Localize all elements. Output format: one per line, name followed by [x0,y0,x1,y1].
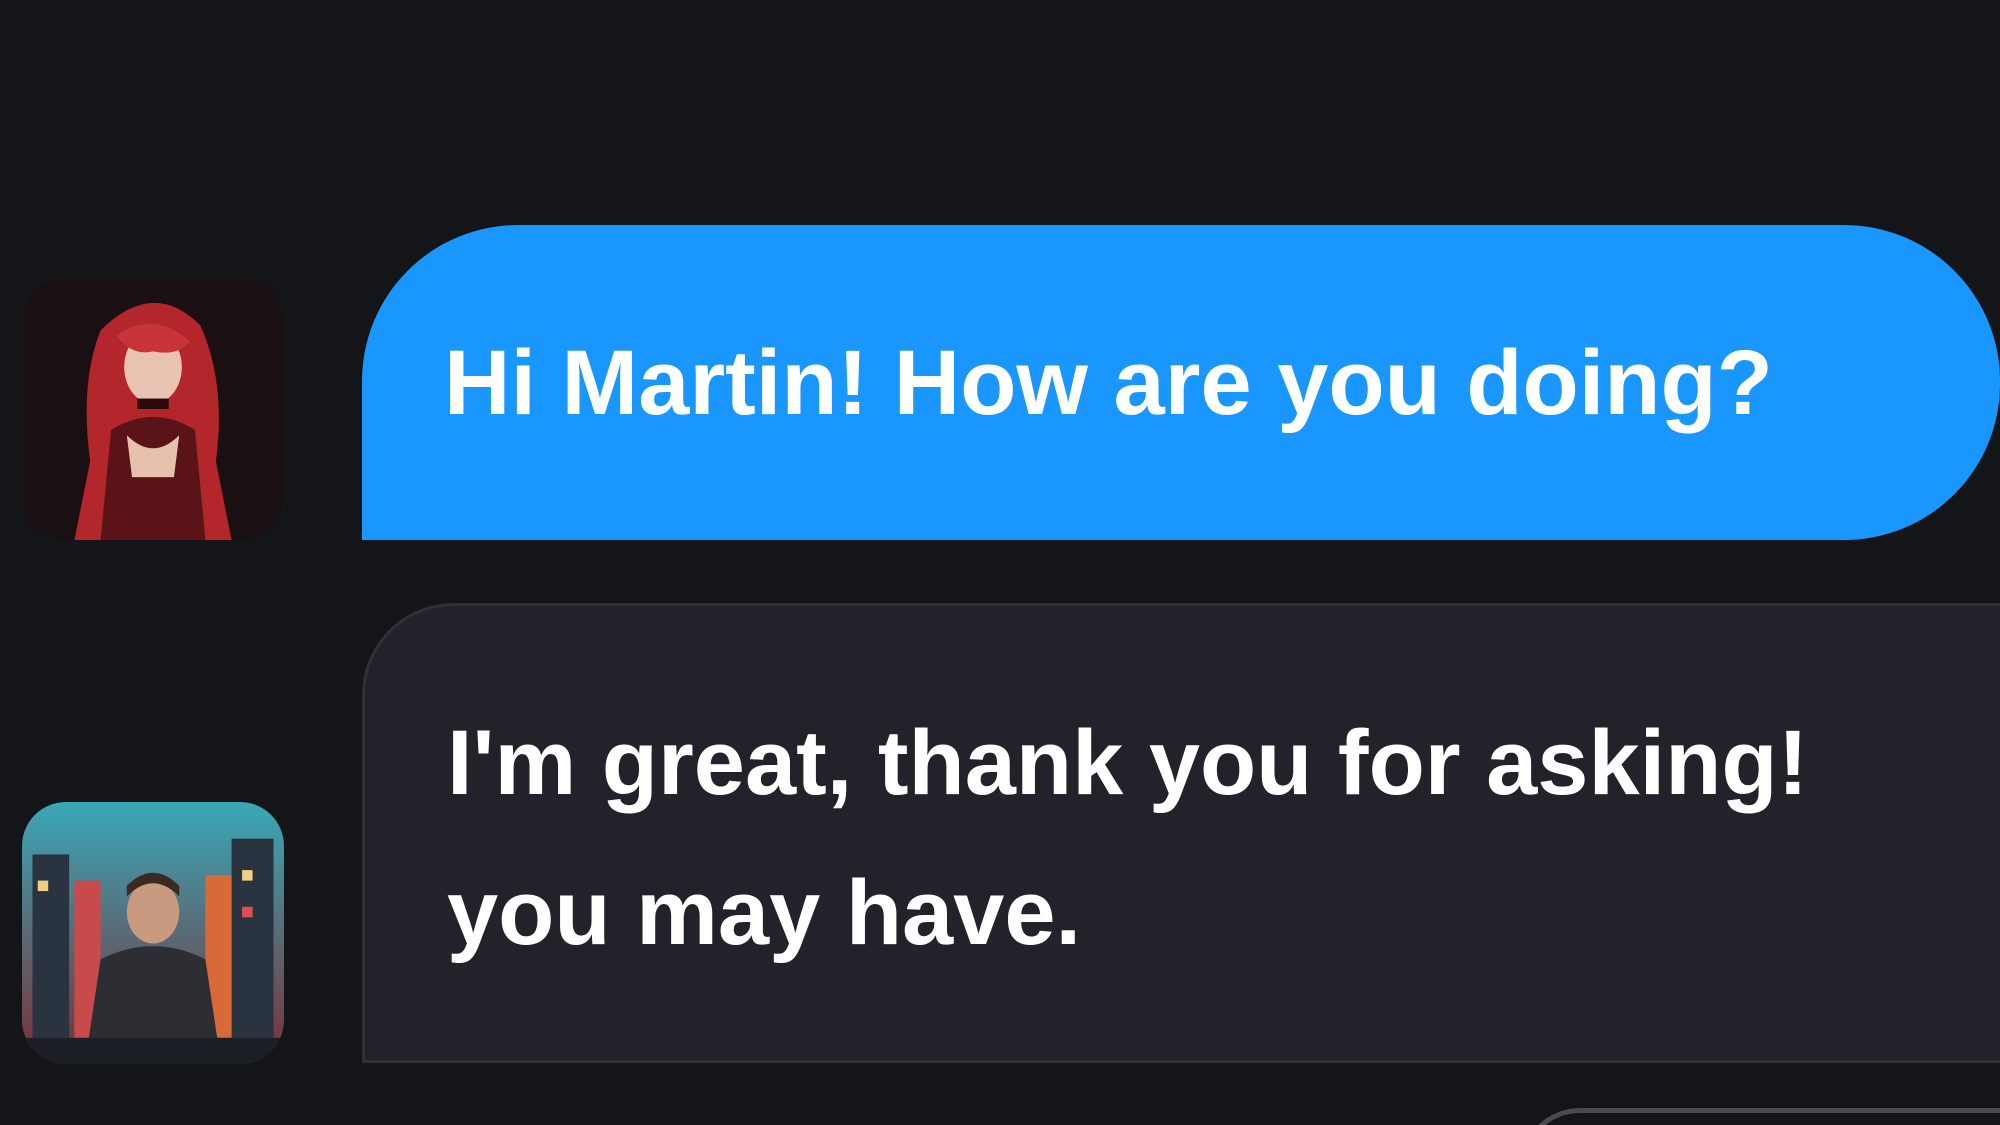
bot-message-bubble: I'm great, thank you for asking! you may… [362,603,2000,1063]
bot-avatar[interactable] [22,802,284,1064]
man-in-city-avatar-icon [22,802,284,1064]
bot-message-text: I'm great, thank you for asking! you may… [447,712,1809,964]
chat-thread: Hi Martin! How are you doing? I'm great,… [0,0,2000,1125]
user-message-text: Hi Martin! How are you doing? [444,331,1773,434]
user-avatar[interactable] [22,278,284,540]
red-haired-woman-avatar-icon [22,278,284,540]
next-message-bubble-edge [1520,1108,2000,1125]
user-message-bubble: Hi Martin! How are you doing? [362,225,2000,540]
